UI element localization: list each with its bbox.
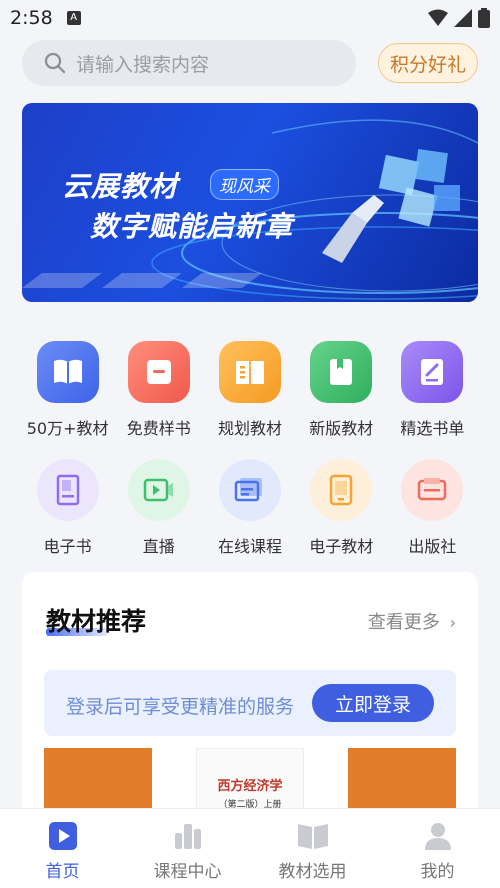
user-icon bbox=[424, 823, 451, 850]
book-cover[interactable]: 西方经济学 （第二版）上册 bbox=[196, 748, 304, 808]
quick-link-booklist[interactable]: 精选书单 bbox=[387, 341, 478, 439]
search-icon bbox=[44, 52, 66, 74]
search-row: 请输入搜索内容 积分好礼 bbox=[22, 40, 478, 86]
tab-label: 首页 bbox=[45, 862, 80, 882]
view-more-link[interactable]: 查看更多 › bbox=[368, 608, 456, 634]
tab-label: 课程中心 bbox=[153, 862, 222, 882]
tab-home[interactable]: 首页 bbox=[0, 809, 125, 888]
quick-link-e-textbook[interactable]: 电子教材 bbox=[296, 459, 387, 557]
battery-icon bbox=[478, 8, 490, 28]
login-prompt-bar: 登录后可享受更精准的服务 立即登录 bbox=[44, 670, 456, 736]
tab-label: 我的 bbox=[420, 862, 455, 882]
live-icon bbox=[127, 459, 190, 521]
textbook-icon bbox=[297, 824, 328, 849]
chevron-right-icon: › bbox=[449, 613, 456, 632]
sample-book-icon bbox=[127, 341, 190, 403]
quick-links-row-1: 50万+教材 免费样书 规划教材 新版教材 精选书单 bbox=[22, 341, 478, 439]
course-chart-icon bbox=[174, 824, 201, 849]
tab-mine[interactable]: 我的 bbox=[375, 809, 500, 888]
quick-links-row-2: 电子书 直播 在线课程 电子教材 出版社 bbox=[22, 459, 478, 557]
login-prompt-text: 登录后可享受更精准的服务 bbox=[66, 696, 295, 718]
promo-banner[interactable]: 云展教材 现风采 数字赋能启新章 bbox=[22, 103, 478, 302]
points-gift-button[interactable]: 积分好礼 bbox=[378, 43, 478, 83]
quick-link-label: 电子教材 bbox=[309, 537, 374, 556]
quick-link-publisher[interactable]: 出版社 bbox=[387, 459, 478, 557]
book-cover[interactable] bbox=[348, 748, 456, 808]
home-play-icon bbox=[48, 822, 77, 850]
new-book-icon bbox=[310, 341, 373, 403]
tab-label: 教材选用 bbox=[278, 862, 347, 882]
e-textbook-icon bbox=[310, 459, 373, 521]
quick-link-label: 50万+教材 bbox=[26, 419, 109, 438]
book-open-icon bbox=[36, 341, 99, 403]
search-placeholder: 请输入搜索内容 bbox=[76, 53, 210, 76]
quick-link-label: 免费样书 bbox=[126, 419, 191, 438]
section-title: 教材推荐 bbox=[46, 607, 147, 636]
book-cover-subtitle: （第二版）上册 bbox=[218, 800, 282, 808]
quick-link-label: 规划教材 bbox=[218, 419, 283, 438]
banner-tag: 现风采 bbox=[210, 169, 279, 200]
quick-link-label: 电子书 bbox=[43, 537, 92, 556]
book-cover[interactable] bbox=[44, 748, 152, 808]
quick-link-label: 出版社 bbox=[408, 537, 457, 556]
book-cover-title: 西方经济学 bbox=[217, 779, 283, 794]
status-bar: 2:58 A bbox=[0, 0, 500, 36]
quick-link-ebook[interactable]: 电子书 bbox=[22, 459, 113, 557]
online-course-icon bbox=[219, 459, 281, 521]
banner-title: 云展教材 bbox=[62, 170, 179, 203]
quick-link-online-course[interactable]: 在线课程 bbox=[204, 459, 295, 557]
login-button[interactable]: 立即登录 bbox=[312, 684, 434, 722]
plan-book-icon bbox=[219, 341, 281, 403]
tab-textbook-selection[interactable]: 教材选用 bbox=[250, 809, 375, 888]
publisher-icon bbox=[401, 459, 464, 521]
quick-link-label: 在线课程 bbox=[218, 537, 283, 556]
quick-link-planned[interactable]: 规划教材 bbox=[204, 341, 295, 439]
search-input[interactable]: 请输入搜索内容 bbox=[22, 40, 356, 86]
signal-icon bbox=[454, 9, 472, 27]
bottom-tab-bar: 首页 课程中心 教材选用 我的 bbox=[0, 808, 500, 888]
quick-link-textbooks[interactable]: 50万+教材 bbox=[22, 341, 113, 439]
textbook-recommend-card: 教材推荐 查看更多 › 登录后可享受更精准的服务 立即登录 西方经济学 （第二版… bbox=[22, 572, 478, 808]
notification-icon: A bbox=[66, 11, 81, 25]
quick-link-free-sample[interactable]: 免费样书 bbox=[113, 341, 204, 439]
quick-link-live[interactable]: 直播 bbox=[113, 459, 204, 557]
wifi-icon bbox=[428, 9, 448, 26]
status-time: 2:58 bbox=[10, 7, 53, 29]
banner-subtitle: 数字赋能启新章 bbox=[90, 210, 294, 243]
quick-link-new-edition[interactable]: 新版教材 bbox=[296, 341, 387, 439]
quick-link-label: 精选书单 bbox=[400, 419, 465, 438]
view-more-label: 查看更多 bbox=[367, 612, 440, 633]
booklist-icon bbox=[401, 341, 464, 403]
quick-link-label: 直播 bbox=[142, 537, 175, 556]
ebook-icon bbox=[36, 459, 99, 521]
quick-link-label: 新版教材 bbox=[309, 419, 374, 438]
tab-course-center[interactable]: 课程中心 bbox=[125, 809, 250, 888]
